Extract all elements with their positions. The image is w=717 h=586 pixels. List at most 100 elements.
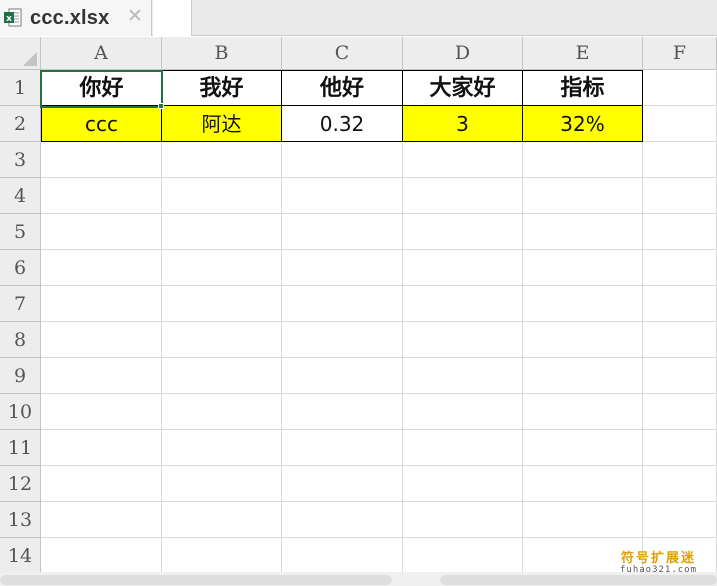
cell-a3[interactable] xyxy=(41,142,162,178)
cell-e13[interactable] xyxy=(523,502,643,538)
cell-a9[interactable] xyxy=(41,358,162,394)
close-icon[interactable]: ✕ xyxy=(127,5,143,27)
cell-c3[interactable] xyxy=(282,142,403,178)
row-header-7[interactable]: 7 xyxy=(0,286,41,322)
cell-d10[interactable] xyxy=(403,394,523,430)
cell-e4[interactable] xyxy=(523,178,643,214)
row-header-2[interactable]: 2 xyxy=(0,106,41,142)
cell-e1[interactable]: 指标 xyxy=(523,70,643,106)
cell-d14[interactable] xyxy=(403,538,523,574)
cell-e10[interactable] xyxy=(523,394,643,430)
cell-e3[interactable] xyxy=(523,142,643,178)
cell-c11[interactable] xyxy=(282,430,403,466)
sheet-tabs-scroll[interactable] xyxy=(0,575,392,585)
cell-f6[interactable] xyxy=(643,250,717,286)
cell-c7[interactable] xyxy=(282,286,403,322)
row-header-11[interactable]: 11 xyxy=(0,430,41,466)
row-header-8[interactable]: 8 xyxy=(0,322,41,358)
cell-e9[interactable] xyxy=(523,358,643,394)
cell-e8[interactable] xyxy=(523,322,643,358)
cell-a6[interactable] xyxy=(41,250,162,286)
row-header-4[interactable]: 4 xyxy=(0,178,41,214)
cell-d3[interactable] xyxy=(403,142,523,178)
cell-b2[interactable]: 阿达 xyxy=(162,106,282,142)
cell-d4[interactable] xyxy=(403,178,523,214)
cell-d2[interactable]: 3 xyxy=(403,106,523,142)
cell-c10[interactable] xyxy=(282,394,403,430)
cell-a8[interactable] xyxy=(41,322,162,358)
cell-f2[interactable] xyxy=(643,106,717,142)
cell-f13[interactable] xyxy=(643,502,717,538)
row-header-1[interactable]: 1 xyxy=(0,70,41,106)
row-header-12[interactable]: 12 xyxy=(0,466,41,502)
cell-b13[interactable] xyxy=(162,502,282,538)
fill-handle[interactable] xyxy=(158,103,164,109)
cell-e5[interactable] xyxy=(523,214,643,250)
row-header-10[interactable]: 10 xyxy=(0,394,41,430)
cell-c14[interactable] xyxy=(282,538,403,574)
new-tab-button[interactable] xyxy=(153,0,192,36)
cell-b7[interactable] xyxy=(162,286,282,322)
cell-b4[interactable] xyxy=(162,178,282,214)
row-header-9[interactable]: 9 xyxy=(0,358,41,394)
row-header-5[interactable]: 5 xyxy=(0,214,41,250)
row-header-13[interactable]: 13 xyxy=(0,502,41,538)
row-header-3[interactable]: 3 xyxy=(0,142,41,178)
cell-a2[interactable]: ccc xyxy=(41,106,162,142)
cell-d8[interactable] xyxy=(403,322,523,358)
cell-d13[interactable] xyxy=(403,502,523,538)
cell-d11[interactable] xyxy=(403,430,523,466)
cell-e11[interactable] xyxy=(523,430,643,466)
cell-f8[interactable] xyxy=(643,322,717,358)
cell-d1[interactable]: 大家好 xyxy=(403,70,523,106)
cell-d7[interactable] xyxy=(403,286,523,322)
column-header-c[interactable]: C xyxy=(282,37,403,70)
cell-a14[interactable] xyxy=(41,538,162,574)
cell-d9[interactable] xyxy=(403,358,523,394)
cell-d12[interactable] xyxy=(403,466,523,502)
cell-d6[interactable] xyxy=(403,250,523,286)
cell-b8[interactable] xyxy=(162,322,282,358)
column-header-d[interactable]: D xyxy=(403,37,523,70)
cell-d5[interactable] xyxy=(403,214,523,250)
cell-a5[interactable] xyxy=(41,214,162,250)
cell-f11[interactable] xyxy=(643,430,717,466)
cell-b6[interactable] xyxy=(162,250,282,286)
row-header-14[interactable]: 14 xyxy=(0,538,41,574)
row-header-6[interactable]: 6 xyxy=(0,250,41,286)
cell-e6[interactable] xyxy=(523,250,643,286)
cell-b10[interactable] xyxy=(162,394,282,430)
cell-a7[interactable] xyxy=(41,286,162,322)
cell-f1[interactable] xyxy=(643,70,717,106)
cell-c13[interactable] xyxy=(282,502,403,538)
select-all-button[interactable] xyxy=(0,37,41,70)
file-tab[interactable]: x ccc.xlsx ✕ xyxy=(0,0,152,36)
cell-e7[interactable] xyxy=(523,286,643,322)
cell-f3[interactable] xyxy=(643,142,717,178)
cell-f7[interactable] xyxy=(643,286,717,322)
cell-c6[interactable] xyxy=(282,250,403,286)
cell-c12[interactable] xyxy=(282,466,403,502)
cell-a13[interactable] xyxy=(41,502,162,538)
cell-a10[interactable] xyxy=(41,394,162,430)
cell-a4[interactable] xyxy=(41,178,162,214)
cell-a1[interactable]: 你好 xyxy=(41,70,162,106)
cell-a11[interactable] xyxy=(41,430,162,466)
cell-e12[interactable] xyxy=(523,466,643,502)
cell-e2[interactable]: 32% xyxy=(523,106,643,142)
cell-b3[interactable] xyxy=(162,142,282,178)
cell-b14[interactable] xyxy=(162,538,282,574)
cell-a12[interactable] xyxy=(41,466,162,502)
cell-f4[interactable] xyxy=(643,178,717,214)
cell-c1[interactable]: 他好 xyxy=(282,70,403,106)
column-header-b[interactable]: B xyxy=(162,37,282,70)
column-header-e[interactable]: E xyxy=(523,37,643,70)
cell-b1[interactable]: 我好 xyxy=(162,70,282,106)
cell-f9[interactable] xyxy=(643,358,717,394)
cell-b9[interactable] xyxy=(162,358,282,394)
cell-c2[interactable]: 0.32 xyxy=(282,106,403,142)
cell-f12[interactable] xyxy=(643,466,717,502)
column-header-f[interactable]: F xyxy=(643,37,717,70)
cell-c9[interactable] xyxy=(282,358,403,394)
cell-c5[interactable] xyxy=(282,214,403,250)
